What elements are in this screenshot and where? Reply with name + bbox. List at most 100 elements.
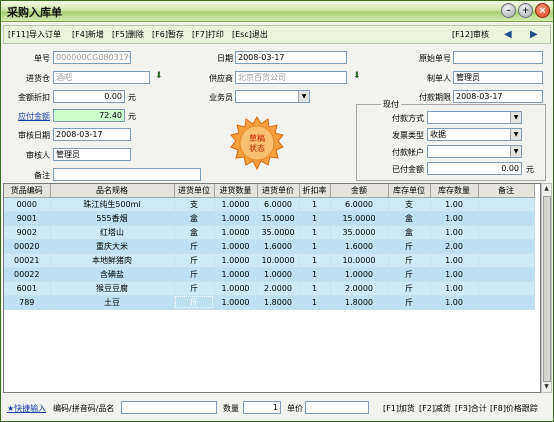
audit-button[interactable]: [F12]审核 — [452, 29, 489, 40]
salesman-select[interactable]: ▼ — [235, 90, 310, 103]
table-row[interactable]: 9001 555香烟盒 1.0000 15.0000 1 15.0000 盒 1.00 — [4, 211, 535, 226]
table-cell[interactable]: 猴豆豆腐 — [50, 281, 175, 296]
col-header[interactable]: 进货单位 — [174, 184, 215, 198]
table-cell[interactable]: 1.0000 — [214, 197, 258, 212]
delete-button[interactable]: [F5]删除 — [112, 29, 144, 40]
invoice-select[interactable]: 收据 ▼ — [427, 128, 522, 141]
table-cell[interactable]: 6.0000 — [257, 197, 300, 212]
table-cell[interactable]: 15.0000 — [257, 211, 300, 226]
table-cell[interactable]: 00022 — [4, 267, 51, 282]
table-cell[interactable]: 6.0000 — [330, 197, 389, 212]
table-cell[interactable]: 1.00 — [430, 197, 479, 212]
paid-field[interactable]: 0.00 — [427, 162, 522, 175]
qty-input[interactable]: 1 — [243, 401, 281, 414]
quick-input-link[interactable]: ★快捷输入 — [7, 403, 46, 414]
table-cell[interactable]: 重庆大米 — [50, 239, 175, 254]
table-cell[interactable]: 35.0000 — [330, 225, 389, 240]
table-row[interactable]: 00020 重庆大米斤 1.0000 1.6000 1 1.6000 斤 2.00 — [4, 239, 535, 254]
pay-method-select[interactable]: ▼ — [427, 111, 522, 124]
table-cell[interactable]: 2.0000 — [257, 281, 300, 296]
total-button[interactable]: [F3]合计 — [455, 403, 487, 414]
table-cell[interactable]: 1 — [299, 225, 331, 240]
add-qty-button[interactable]: [F1]加货 — [383, 403, 415, 414]
table-cell[interactable]: 1.00 — [430, 295, 479, 310]
remark-field[interactable] — [53, 168, 201, 181]
col-header[interactable]: 品名规格 — [50, 184, 175, 198]
price-trace-button[interactable]: [F8]价格跟踪 — [490, 403, 538, 414]
col-header[interactable]: 备注 — [478, 184, 535, 198]
table-cell[interactable]: 斤 — [174, 295, 215, 310]
table-cell[interactable]: 斤 — [388, 281, 431, 296]
payable-field[interactable]: 72.40 — [53, 109, 125, 122]
add-button[interactable]: [F4]新增 — [72, 29, 104, 40]
table-cell[interactable]: 555香烟 — [50, 211, 175, 226]
table-cell[interactable]: 斤 — [388, 253, 431, 268]
table-cell[interactable]: 斤 — [174, 253, 215, 268]
table-cell[interactable]: 斤 — [388, 267, 431, 282]
close-icon[interactable]: × — [535, 3, 550, 18]
table-cell[interactable]: 1.0000 — [214, 253, 258, 268]
col-header[interactable]: 进货数量 — [214, 184, 258, 198]
table-cell[interactable]: 盒 — [174, 211, 215, 226]
chevron-down-icon[interactable]: ▼ — [298, 91, 309, 102]
warehouse-pick-icon[interactable]: ⬇ — [155, 71, 163, 81]
table-cell[interactable] — [478, 281, 535, 296]
table-cell[interactable]: 红塔山 — [50, 225, 175, 240]
table-cell[interactable]: 1 — [299, 197, 331, 212]
previous-arrow-icon[interactable]: ◀ — [504, 29, 512, 40]
table-cell[interactable]: 2.0000 — [330, 281, 389, 296]
table-cell[interactable]: 6001 — [4, 281, 51, 296]
col-header[interactable]: 金额 — [330, 184, 389, 198]
table-cell[interactable]: 1.0000 — [214, 295, 258, 310]
table-cell[interactable]: 9002 — [4, 225, 51, 240]
table-cell[interactable]: 2.00 — [430, 239, 479, 254]
table-cell[interactable]: 1.00 — [430, 211, 479, 226]
items-grid[interactable]: 货品编码 品名规格 进货单位 进货数量 进货单价 折扣率 金额 库存单位 库存数… — [3, 183, 541, 393]
hold-button[interactable]: [F6]暂存 — [152, 29, 184, 40]
table-cell[interactable]: 斤 — [174, 239, 215, 254]
table-cell[interactable]: 1.0000 — [257, 267, 300, 282]
table-cell[interactable]: 789 — [4, 295, 51, 310]
table-cell[interactable]: 1.0000 — [214, 225, 258, 240]
table-cell[interactable]: 1.8000 — [330, 295, 389, 310]
table-cell[interactable]: 15.0000 — [330, 211, 389, 226]
table-cell[interactable]: 1 — [299, 211, 331, 226]
table-cell[interactable]: 1.00 — [430, 281, 479, 296]
table-row[interactable]: 9002 红塔山盒 1.0000 35.0000 1 35.0000 盒 1.00 — [4, 225, 535, 240]
import-order-button[interactable]: [F11]导入订单 — [8, 29, 61, 40]
table-cell[interactable]: 1.00 — [430, 253, 479, 268]
table-cell[interactable]: 1.0000 — [214, 211, 258, 226]
chevron-down-icon[interactable]: ▼ — [510, 112, 521, 123]
exit-button[interactable]: [Esc]退出 — [232, 29, 268, 40]
table-cell[interactable]: 1.0000 — [214, 281, 258, 296]
order-no-field[interactable]: 000000CG0803170003 — [53, 51, 131, 64]
table-cell[interactable]: 斤 — [388, 295, 431, 310]
table-cell[interactable]: 00020 — [4, 239, 51, 254]
audit-date-field[interactable]: 2008-03-17 — [53, 128, 131, 141]
table-cell[interactable]: 1 — [299, 295, 331, 310]
table-cell[interactable] — [478, 225, 535, 240]
table-cell[interactable] — [478, 253, 535, 268]
table-cell[interactable]: 支 — [174, 197, 215, 212]
col-header[interactable]: 货品编码 — [4, 184, 51, 198]
table-cell[interactable]: 土豆 — [50, 295, 175, 310]
col-header[interactable]: 进货单价 — [257, 184, 300, 198]
maximize-icon[interactable]: + — [518, 3, 533, 18]
table-row[interactable]: 789 土豆斤 1.0000 1.8000 1 1.8000 斤 1.00 — [4, 295, 535, 310]
col-header[interactable]: 库存单位 — [388, 184, 431, 198]
minimize-icon[interactable]: – — [501, 3, 516, 18]
table-cell[interactable]: 1.00 — [430, 267, 479, 282]
code-input[interactable] — [121, 401, 217, 414]
table-cell[interactable]: 1.6000 — [330, 239, 389, 254]
supplier-pick-icon[interactable]: ⬇ — [353, 71, 361, 81]
table-cell[interactable]: 本地鲜猪肉 — [50, 253, 175, 268]
col-header[interactable]: 库存数量 — [430, 184, 479, 198]
date-field[interactable]: 2008-03-17 — [235, 51, 347, 64]
table-cell[interactable]: 1.0000 — [214, 267, 258, 282]
creator-field[interactable]: 管理员 — [453, 71, 543, 84]
table-cell[interactable]: 盒 — [388, 225, 431, 240]
table-cell[interactable]: 1 — [299, 239, 331, 254]
scroll-up-icon[interactable]: ▲ — [542, 184, 551, 194]
table-cell[interactable]: 9001 — [4, 211, 51, 226]
chevron-down-icon[interactable]: ▼ — [510, 146, 521, 157]
